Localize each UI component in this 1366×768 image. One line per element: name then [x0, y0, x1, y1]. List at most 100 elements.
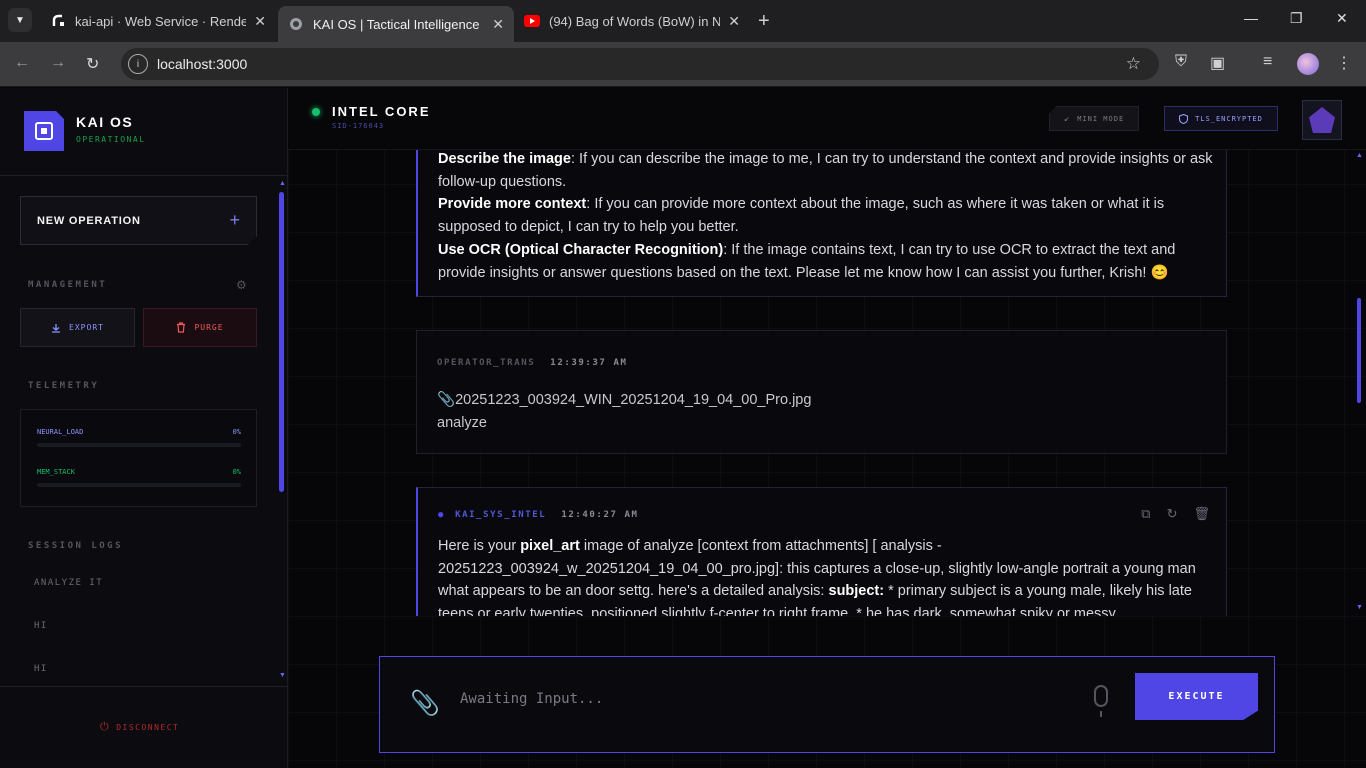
agent-avatar[interactable] [1302, 100, 1342, 140]
sidebar: KAI OS OPERATIONAL ▲ ▼ NEW OPERATION + M… [0, 88, 288, 768]
sender-dot: ● [438, 510, 446, 520]
url-text: localhost:3000 [157, 56, 248, 72]
site-info-icon[interactable]: i [128, 54, 148, 74]
regenerate-icon[interactable]: ↻ [1167, 506, 1178, 522]
export-button[interactable]: EXPORT [20, 308, 135, 347]
minimize-arrows-icon: ↙ [1063, 113, 1071, 124]
close-icon[interactable]: ✕ [254, 13, 266, 30]
sidebar-divider [0, 686, 288, 687]
browser-toolbar: ← → ↻ i localhost:3000 ☆ ⛨ ▣ ≡ ⋮ [0, 42, 1366, 87]
ai-message-card: Describe the image: If you can describe … [416, 150, 1227, 297]
tab-search-button[interactable]: ▼ [8, 8, 32, 32]
telemetry-value: 0% [232, 428, 241, 436]
paragraph-bold: Provide more context [438, 196, 587, 213]
ai-message-card: ● KAI_SYS_INTEL 12:40:27 AM ⧉ ↻ 🗑 Here i… [416, 487, 1227, 616]
management-title: MANAGEMENT [28, 280, 108, 290]
chat-history[interactable]: Describe the image: If you can describe … [288, 150, 1366, 616]
user-message-card: OPERATOR_TRANS 12:39:37 AM 📎20251223_003… [416, 330, 1227, 454]
message-body: 📎20251223_003924_WIN_20251204_19_04_00_P… [437, 389, 1217, 434]
kai-os-app: KAI OS OPERATIONAL ▲ ▼ NEW OPERATION + M… [0, 88, 1366, 768]
purge-button[interactable]: PURGE [143, 308, 257, 347]
puzzle-extensions-icon[interactable]: ▣ [1210, 53, 1225, 73]
tab-title: kai-api · Web Service · Render [75, 13, 247, 29]
delete-icon[interactable]: 🗑 [1193, 506, 1210, 522]
chevron-down-icon: ▼ [15, 14, 25, 26]
scroll-down-icon[interactable]: ▼ [279, 672, 286, 679]
text-bold: subject: [828, 583, 885, 600]
back-arrow-icon[interactable]: ← [14, 54, 30, 72]
telemetry-name: MEM_STACK [37, 468, 75, 476]
user-text: analyze [437, 414, 487, 431]
bookmark-star-icon[interactable]: ☆ [1126, 54, 1141, 74]
telemetry-bar [37, 483, 241, 487]
render-favicon-icon [50, 13, 66, 29]
shield-extension-icon[interactable]: ⛨ [1175, 53, 1187, 71]
sidebar-scrollbar[interactable]: ▲ ▼ [279, 180, 286, 680]
kebab-menu-icon[interactable]: ⋮ [1336, 53, 1352, 73]
export-label: EXPORT [69, 323, 104, 332]
telemetry-title: TELEMETRY [28, 381, 100, 391]
scrollbar-thumb[interactable] [279, 192, 284, 492]
session-log-item[interactable]: ANALYZE IT [34, 578, 103, 588]
new-operation-label: NEW OPERATION [37, 214, 141, 227]
tab-title: KAI OS | Tactical Intelligence [313, 16, 480, 32]
media-control-icon[interactable]: ≡ [1263, 53, 1272, 71]
brand-status: OPERATIONAL [76, 135, 146, 144]
gear-icon[interactable]: ⚙ [236, 278, 247, 292]
youtube-favicon-icon [524, 13, 540, 29]
browser-tab-strip: ▼ kai-api · Web Service · Render ✕ KAI O… [0, 0, 1366, 42]
session-log-item[interactable]: HI [34, 664, 48, 674]
session-log-item[interactable]: HI [34, 621, 48, 631]
new-tab-button[interactable]: + [758, 10, 770, 33]
message-body: Here is your pixel_art image of analyze … [438, 535, 1213, 616]
paperclip-icon: 📎 [437, 392, 456, 408]
address-bar[interactable]: i localhost:3000 ☆ [121, 48, 1159, 80]
main-header: INTEL CORE SID-176043 ↙ MINI MODE TLS_EN… [288, 88, 1366, 150]
telemetry-value: 0% [232, 468, 241, 476]
attach-paperclip-icon[interactable]: 📎 [410, 689, 440, 718]
maximize-icon[interactable]: ❐ [1290, 10, 1303, 27]
paragraph-bold: Describe the image [438, 151, 571, 167]
mini-mode-button[interactable]: ↙ MINI MODE [1049, 106, 1139, 131]
window-close-icon[interactable]: ✕ [1336, 10, 1348, 27]
message-body: Describe the image: If you can describe … [438, 150, 1218, 284]
execute-button[interactable]: EXECUTE [1135, 673, 1258, 720]
tab-youtube[interactable]: (94) Bag of Words (BoW) in Nat ✕ [514, 6, 750, 36]
profile-avatar[interactable] [1297, 53, 1319, 75]
reload-icon[interactable]: ↻ [86, 54, 99, 74]
new-operation-button[interactable]: NEW OPERATION + [20, 196, 257, 245]
message-time: 12:39:37 AM [550, 358, 628, 368]
message-meta: ● KAI_SYS_INTEL 12:40:27 AM [438, 510, 639, 520]
sender-name: KAI_SYS_INTEL [455, 510, 547, 520]
tab-render[interactable]: kai-api · Web Service · Render ✕ [40, 6, 276, 36]
tab-kai-os[interactable]: KAI OS | Tactical Intelligence ✕ [278, 6, 514, 42]
minimize-icon[interactable]: — [1244, 10, 1258, 26]
status-dot [312, 108, 320, 116]
microphone-icon[interactable] [1094, 685, 1108, 717]
message-input[interactable]: Awaiting Input... [460, 691, 603, 707]
telemetry-name: NEURAL_LOAD [37, 428, 84, 436]
close-icon[interactable]: ✕ [728, 13, 740, 30]
shield-icon [1179, 113, 1189, 124]
ninja-avatar-icon [1309, 107, 1335, 133]
close-icon[interactable]: ✕ [492, 16, 504, 33]
forward-arrow-icon[interactable]: → [50, 54, 66, 72]
tab-title: (94) Bag of Words (BoW) in Nat [549, 13, 721, 29]
session-logs-title: SESSION LOGS [28, 541, 124, 551]
attachment-name[interactable]: 20251223_003924_WIN_20251204_19_04_00_Pr… [455, 392, 811, 408]
text-intro: Here is your [438, 538, 521, 554]
message-meta: OPERATOR_TRANS 12:39:37 AM [437, 358, 628, 368]
message-time: 12:40:27 AM [561, 510, 639, 520]
telemetry-panel: NEURAL_LOAD 0% MEM_STACK 0% [20, 409, 257, 507]
plus-icon: + [229, 210, 240, 230]
trash-icon [177, 322, 186, 333]
disconnect-button[interactable]: ⏻ DISCONNECT [100, 720, 179, 734]
scroll-up-icon[interactable]: ▲ [279, 180, 286, 187]
copy-icon[interactable]: ⧉ [1141, 506, 1150, 522]
text-bold: pixel_art [520, 538, 580, 554]
main-panel: INTEL CORE SID-176043 ↙ MINI MODE TLS_EN… [288, 88, 1366, 768]
message-actions: ⧉ ↻ 🗑 [1141, 506, 1210, 522]
sender-name: OPERATOR_TRANS [437, 358, 536, 368]
tls-label: TLS_ENCRYPTED [1195, 114, 1263, 123]
tls-badge: TLS_ENCRYPTED [1164, 106, 1278, 131]
